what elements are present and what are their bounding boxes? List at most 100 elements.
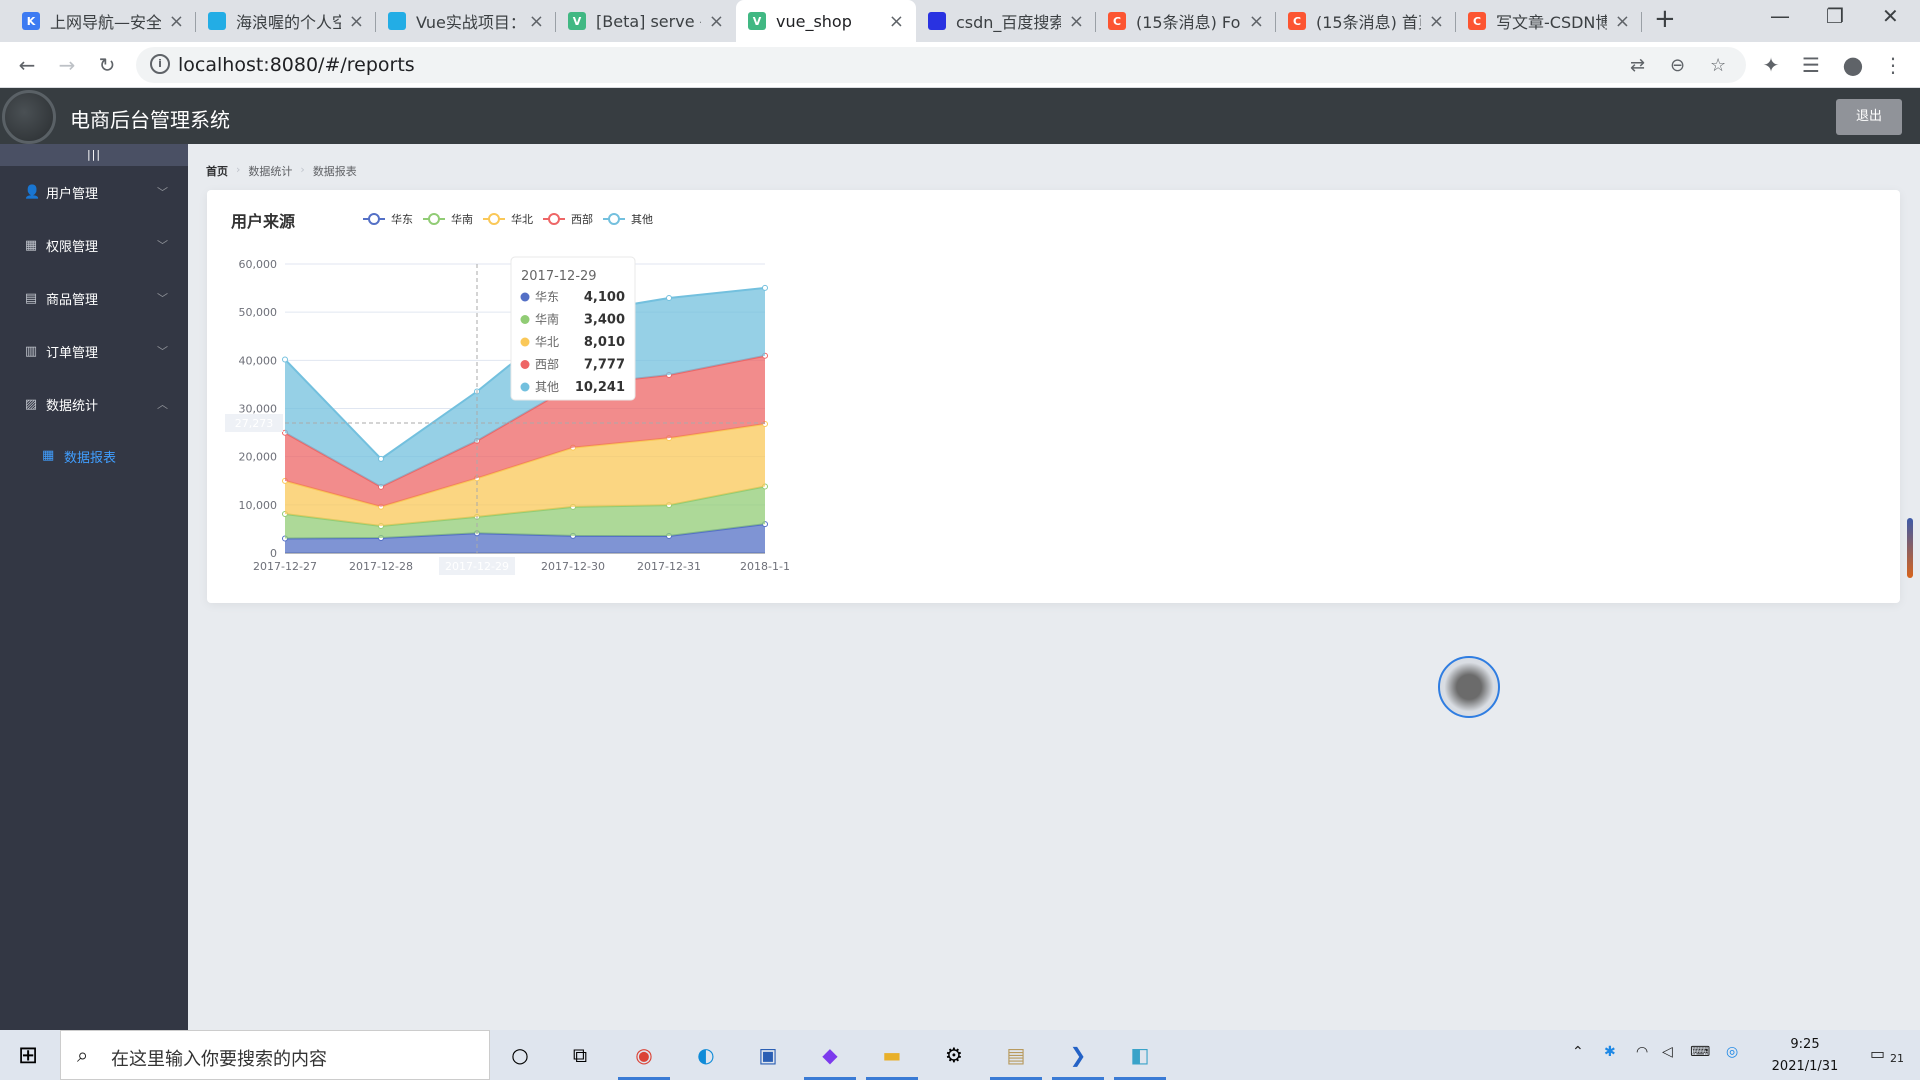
tooltip-value: 7,777 [584,358,625,373]
close-tab-icon[interactable]: × [1069,11,1084,32]
browser-tab[interactable]: C 写文章-CSDN博 × [1456,0,1642,42]
browser-tab[interactable]: V [Beta] serve - × [556,0,736,42]
settings-gear-icon[interactable]: ⚙ [934,1036,974,1074]
scrollbar-thumb[interactable] [1907,518,1913,578]
bookmark-star-icon[interactable]: ☆ [1710,55,1726,76]
tooltip-value: 8,010 [584,335,625,350]
image-app-icon[interactable]: ▤ [990,1036,1042,1080]
taskbar-search[interactable]: ⌕ 在这里输入你要搜索的内容 [60,1030,490,1080]
x-tick-label: 2017-12-27 [253,560,317,573]
site-info-icon[interactable]: i [150,54,170,74]
app-header: 电商后台管理系统 退出 [0,88,1920,144]
tab-favicon-icon: C [1288,12,1306,30]
sidebar-item-label: 用户管理 [46,187,99,202]
reading-list-icon[interactable]: ☰ [1796,50,1826,80]
browser-tab[interactable]: C (15条消息) For × [1096,0,1276,42]
tray-overflow-icon[interactable]: ⌃ [1572,1044,1584,1060]
breadcrumb-statistics: 数据统计 [248,165,293,178]
sidebar-item-permissions[interactable]: ▦ 权限管理 ﹀ [0,219,188,272]
browser-tab[interactable]: 海浪喔的个人空 × [196,0,376,42]
input-method-icon[interactable]: ⌨ [1690,1044,1710,1060]
forward-icon[interactable]: → [52,50,82,80]
volume-icon[interactable]: ◁ [1662,1044,1673,1060]
sidebar-toggle-button[interactable]: ||| [0,144,188,166]
close-tab-icon[interactable]: × [1429,11,1444,32]
chart-icon: ▨ [24,396,38,412]
browser-tab[interactable]: Vvue_shop × [736,0,916,42]
tooltip-value: 3,400 [584,313,625,328]
sidebar-item-statistics[interactable]: ▨ 数据统计 ︿ [0,378,188,431]
y-tick-label: 30,000 [239,403,278,416]
windows-start-icon[interactable]: ⊞ [8,1036,48,1074]
close-tab-icon[interactable]: × [889,11,904,32]
user-icon: 👤 [24,184,41,200]
profile-icon[interactable]: ● [1838,50,1868,80]
qq-icon[interactable]: ◎ [1726,1044,1738,1060]
close-tab-icon[interactable]: × [709,11,724,32]
intellij-icon[interactable]: ◆ [804,1036,856,1080]
address-bar[interactable]: i localhost:8080/#/reports ⇄ ⊖ ☆ [136,47,1746,83]
y-tick-label: 60,000 [239,258,278,271]
sidebar-item-users[interactable]: 👤 用户管理 ﹀ [0,166,188,219]
menu-icon[interactable]: ⋮ [1878,50,1908,80]
translate-icon[interactable]: ⇄ [1630,55,1645,76]
sidebar-item-goods[interactable]: ▤ 商品管理 ﹀ [0,272,188,325]
browser-tab[interactable]: C (15条消息) 首页 × [1276,0,1456,42]
tab-favicon-icon [928,12,946,30]
browser-tab[interactable]: K 上网导航—安全 × [10,0,196,42]
close-tab-icon[interactable]: × [169,11,184,32]
floating-avatar[interactable] [1438,656,1500,718]
minimize-button[interactable]: — [1770,4,1790,28]
tab-title: (15条消息) For [1136,13,1241,32]
file-explorer-icon[interactable]: ▬ [866,1036,918,1080]
task-view-icon[interactable]: ⧉ [560,1036,600,1074]
data-point[interactable] [378,455,384,462]
browser-tab[interactable]: Vue实战项目： × [376,0,556,42]
logo [2,90,56,144]
sidebar-item-orders[interactable]: ▥ 订单管理 ﹀ [0,325,188,378]
sidebar-item-label: 商品管理 [46,293,99,308]
legend-label[interactable]: 华南 [451,212,473,226]
logout-button[interactable]: 退出 [1836,99,1902,135]
browser-tab[interactable]: csdn_百度搜索 × [916,0,1096,42]
chevron-down-icon: ﹀ [157,345,168,358]
wifi-icon[interactable]: ◠ [1636,1044,1648,1060]
notification-icon[interactable]: ▭ [1870,1044,1885,1063]
legend-label[interactable]: 华东 [391,212,413,226]
x-tick-label: 2017-12-28 [349,560,413,573]
notes-app-icon[interactable]: ◧ [1114,1036,1166,1080]
tooltip-marker [520,337,530,347]
cortana-icon[interactable]: ○ [500,1036,540,1074]
chrome-icon[interactable]: ◉ [618,1036,670,1080]
zoom-icon[interactable]: ⊖ [1670,55,1685,76]
legend-label[interactable]: 华北 [511,212,533,226]
new-tab-button[interactable]: + [1654,4,1676,34]
user-source-chart[interactable]: 用户来源 华东 华南 华北 西部 其他010,00020,00030,00040,0005… [207,190,1900,603]
maximize-button[interactable]: ❐ [1826,4,1844,28]
x-tick-label: 2018-1-1 [740,560,790,573]
data-point[interactable] [282,356,288,363]
data-point[interactable] [666,295,672,302]
close-tab-icon[interactable]: × [349,11,364,32]
close-tab-icon[interactable]: × [529,11,544,32]
data-point[interactable] [762,284,768,291]
search-icon: ⌕ [77,1043,89,1067]
close-tab-icon[interactable]: × [1615,11,1630,32]
clipboard-icon: ▥ [24,343,38,359]
breadcrumb-home[interactable]: 首页 [206,163,228,179]
sidebar-subitem-reports[interactable]: ▦ 数据报表 [0,431,188,481]
back-icon[interactable]: ← [12,50,42,80]
extensions-icon[interactable]: ✦ [1756,50,1786,80]
system-clock[interactable]: 9:25 2021/1/31 [1760,1034,1850,1078]
legend-label[interactable]: 西部 [571,212,593,226]
powershell-icon[interactable]: ❯ [1052,1036,1104,1080]
edge-icon[interactable]: ◐ [686,1036,726,1074]
reload-icon[interactable]: ↻ [92,50,122,80]
close-tab-icon[interactable]: × [1249,11,1264,32]
close-window-button[interactable]: ✕ [1882,4,1899,28]
legend-marker [428,213,440,225]
breadcrumb: 首页 › 数据统计 › 数据报表 [206,163,363,179]
reader-app-icon[interactable]: ▣ [748,1036,788,1074]
legend-label[interactable]: 其他 [631,213,653,226]
bluetooth-icon[interactable]: ✱ [1604,1044,1616,1060]
